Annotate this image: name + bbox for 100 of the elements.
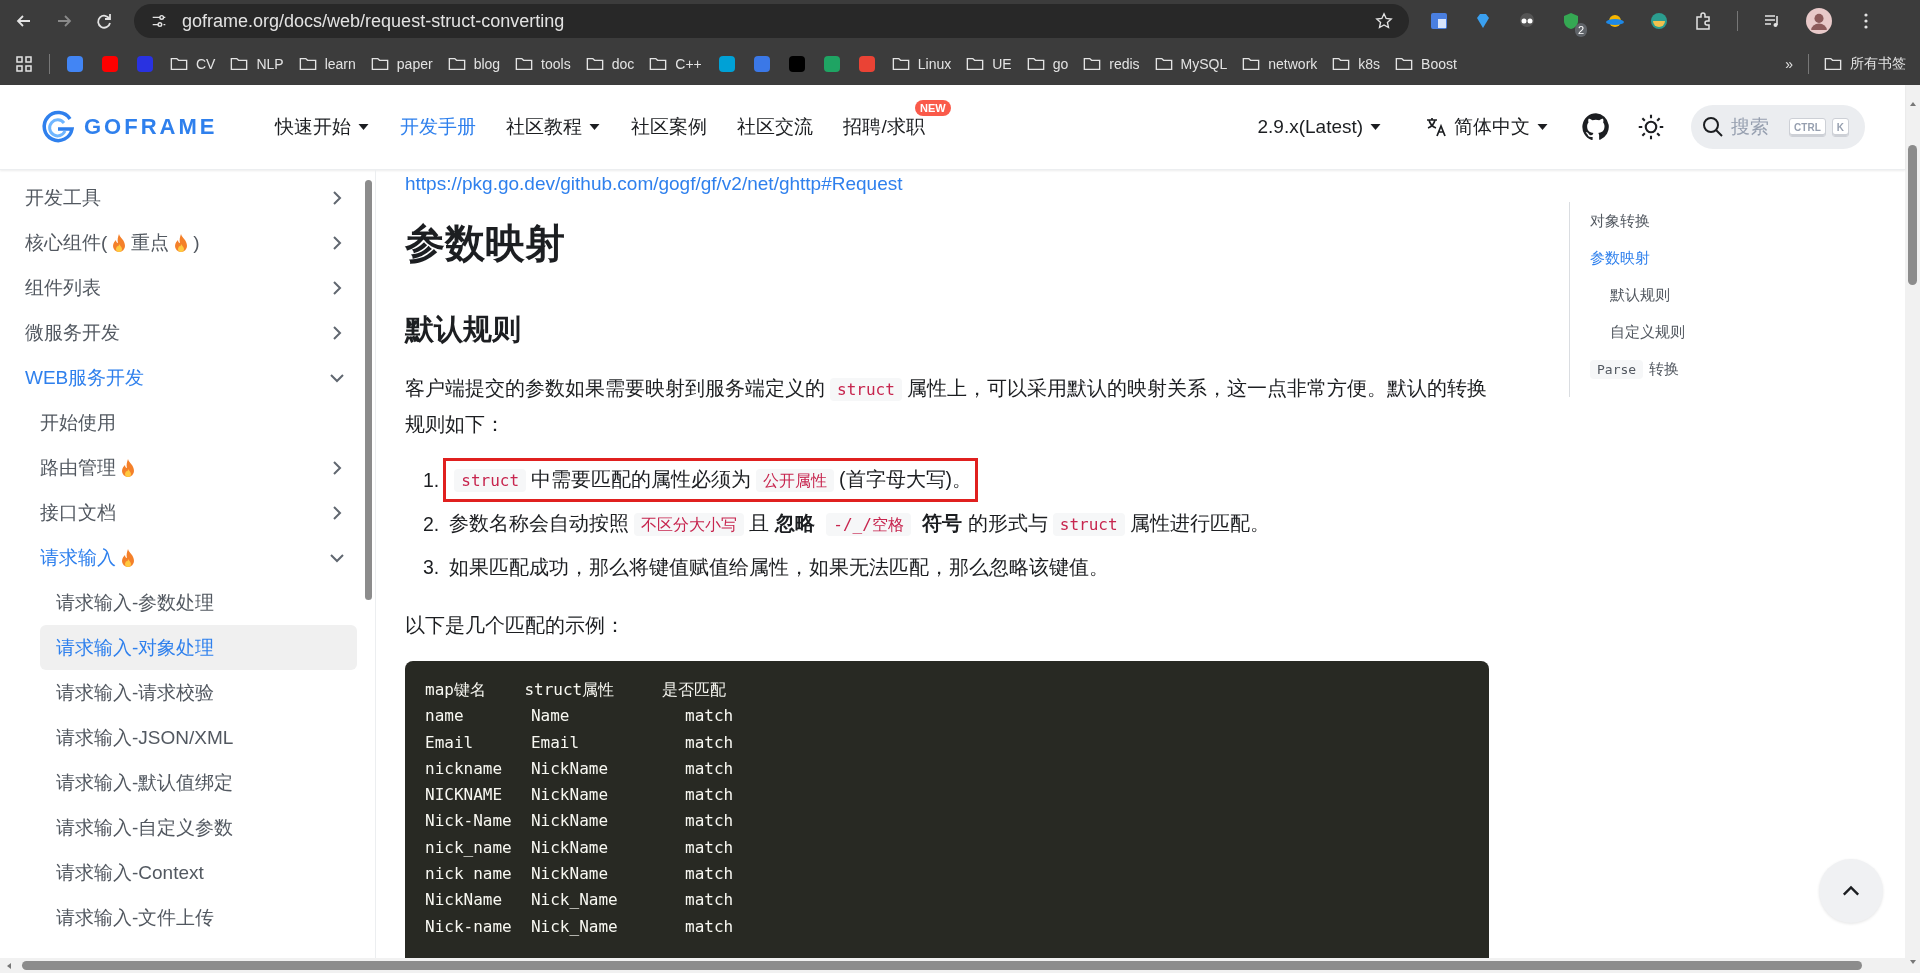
bookmark-folder[interactable]: blog — [447, 55, 501, 72]
key-hint: CTRL — [1789, 117, 1826, 137]
code-line: Nick-Name NickName match — [425, 810, 735, 833]
sidebar-item[interactable]: 请求输入 — [25, 535, 357, 580]
sidebar-item[interactable]: 开始使用 — [25, 400, 357, 445]
site-icon[interactable] — [751, 53, 772, 74]
sidebar-item[interactable]: 请求输入-Context — [40, 850, 357, 895]
folder-icon — [298, 56, 317, 71]
caret-icon — [1536, 123, 1550, 131]
site-icon[interactable] — [821, 53, 842, 74]
apps-icon[interactable] — [14, 53, 34, 74]
scrollbar-thumb[interactable] — [365, 180, 372, 600]
sidebar-item[interactable]: 请求输入-文件上传 — [40, 895, 357, 940]
site-icon[interactable] — [65, 53, 85, 74]
scrollbar-thumb[interactable] — [1908, 145, 1917, 285]
bowl-icon[interactable] — [1649, 11, 1669, 31]
sidebar-item[interactable]: 请求输入-默认值绑定 — [40, 760, 357, 805]
folder-icon — [1026, 56, 1045, 71]
extension-badge: 2 — [1574, 23, 1587, 37]
folder-icon — [585, 56, 604, 71]
reload-icon[interactable] — [94, 11, 114, 31]
site-icon[interactable] — [856, 53, 877, 74]
caret-icon — [588, 123, 602, 131]
puzzle-icon[interactable] — [1693, 11, 1713, 31]
code-line: NICKNAME NickName match — [425, 784, 735, 807]
folder-icon — [1395, 56, 1414, 71]
code-line: Nick-name Nick_Name match — [425, 915, 735, 938]
github-icon[interactable] — [1581, 112, 1612, 142]
nav-link[interactable]: 社区案例 — [631, 114, 708, 140]
folder-icon — [649, 56, 668, 71]
sidebar-item[interactable]: 接口文档 — [25, 490, 357, 535]
address-bar[interactable]: goframe.org/docs/web/request-struct-converting — [134, 4, 1409, 38]
sidebar-item[interactable]: WEB服务开发 — [0, 355, 357, 400]
caret-icon — [357, 123, 371, 131]
nav-link[interactable]: 社区交流 — [737, 114, 814, 140]
scrollbar-thumb[interactable] — [22, 961, 1862, 970]
bookmark-folder[interactable]: UE — [966, 55, 1012, 72]
site-icon[interactable] — [100, 53, 120, 74]
bookmark-folder[interactable]: CV — [170, 55, 216, 72]
sidebar-item[interactable]: 请求输入-参数处理 — [40, 580, 357, 625]
list-item-text: 如果匹配成功，那么将键值赋值给属性，如果无法匹配，那么忽略该键值。 — [448, 555, 1111, 580]
sidebar-item[interactable]: 组件列表 — [0, 265, 357, 310]
bookmark-folder[interactable]: NLP — [230, 55, 284, 72]
list-number: 1. — [423, 468, 440, 493]
bookmark-folder[interactable]: network — [1242, 55, 1318, 72]
key-hint: K — [1831, 117, 1849, 137]
overflow-chevron[interactable]: » — [1785, 55, 1793, 72]
bookmark-folder[interactable]: C++ — [649, 55, 702, 72]
sidebar-item[interactable]: 请求输入-自定义参数 — [40, 805, 357, 850]
bookmark-folder[interactable]: Linux — [891, 55, 952, 72]
avatar-icon[interactable] — [1806, 8, 1832, 34]
bookmark-folder[interactable]: k8s — [1332, 55, 1381, 72]
nav-link[interactable]: 社区教程 — [506, 114, 602, 140]
paragraph: 以下是几个匹配的示例： — [405, 613, 626, 638]
bookmark-folder[interactable]: MySQL — [1154, 55, 1228, 72]
fire-icon — [173, 232, 190, 253]
bookmark-folder[interactable]: tools — [515, 55, 571, 72]
toc-link[interactable]: 自定义规则 — [1590, 313, 1850, 350]
nav-link[interactable]: 招聘/求职 — [843, 114, 925, 140]
bookmark-folder[interactable]: go — [1026, 55, 1069, 72]
toc-link[interactable]: 默认规则 — [1590, 276, 1850, 313]
toc-link[interactable]: Parse 转换 — [1590, 350, 1850, 388]
folder-icon — [447, 56, 466, 71]
bookmark-folder[interactable]: 所有书签 — [1824, 54, 1906, 73]
list-item-text: struct 中需要匹配的属性必须为 公开属性 (首字母大写)。 — [443, 458, 979, 502]
caret-icon — [1369, 123, 1383, 131]
sidebar-item[interactable]: 核心组件( 重点 ) — [0, 220, 357, 265]
doc-link[interactable]: https://pkg.go.dev/github.com/gogf/gf/v2/net/ghttp#Request — [405, 173, 1489, 195]
theme-toggle-icon[interactable] — [1637, 113, 1666, 141]
bookmark-folder[interactable]: paper — [370, 55, 433, 72]
sidebar-item[interactable]: 请求输入-JSON/XML — [40, 715, 357, 760]
version-dropdown[interactable]: 2.9.x(Latest) — [1257, 116, 1383, 138]
folder-icon — [515, 56, 534, 71]
sidebar-item[interactable]: 路由管理 — [25, 445, 357, 490]
bookmark-folder[interactable]: Boost — [1395, 55, 1457, 72]
code-line: nickname NickName match — [425, 757, 735, 780]
folder-icon — [170, 56, 188, 71]
folder-icon — [1083, 56, 1102, 71]
nav-link[interactable]: 开发手册 — [400, 114, 477, 140]
page-heading: 参数映射 — [405, 220, 566, 267]
bookmark-folder[interactable]: doc — [585, 55, 635, 72]
bookmark-folder[interactable]: redis — [1083, 55, 1140, 72]
code-line: name Name match — [425, 705, 735, 728]
folder-icon — [1824, 56, 1842, 71]
bookmark-folder[interactable]: learn — [298, 55, 356, 72]
star-icon[interactable] — [1375, 12, 1393, 30]
sidebar-item[interactable]: 微服务开发 — [0, 310, 357, 355]
toc-link[interactable]: 对象转换 — [1590, 202, 1850, 239]
nav-link[interactable]: 快速开始 — [275, 114, 371, 140]
folder-icon — [1154, 56, 1173, 71]
list-number: 2. — [423, 512, 440, 537]
language-dropdown[interactable]: 简体中文 — [1424, 114, 1550, 140]
site-icon[interactable] — [716, 53, 737, 74]
logo[interactable]: GOFRAME — [40, 109, 218, 145]
sidebar-item[interactable]: 请求输入-请求校验 — [40, 670, 357, 715]
folder-icon — [370, 56, 389, 71]
toc-link[interactable]: 参数映射 — [1590, 239, 1850, 276]
code-line: nick_name NickName match — [425, 836, 735, 859]
code-line: NickName Nick_Name match — [425, 889, 735, 912]
sidebar-item[interactable]: 开发工具 — [0, 175, 357, 220]
